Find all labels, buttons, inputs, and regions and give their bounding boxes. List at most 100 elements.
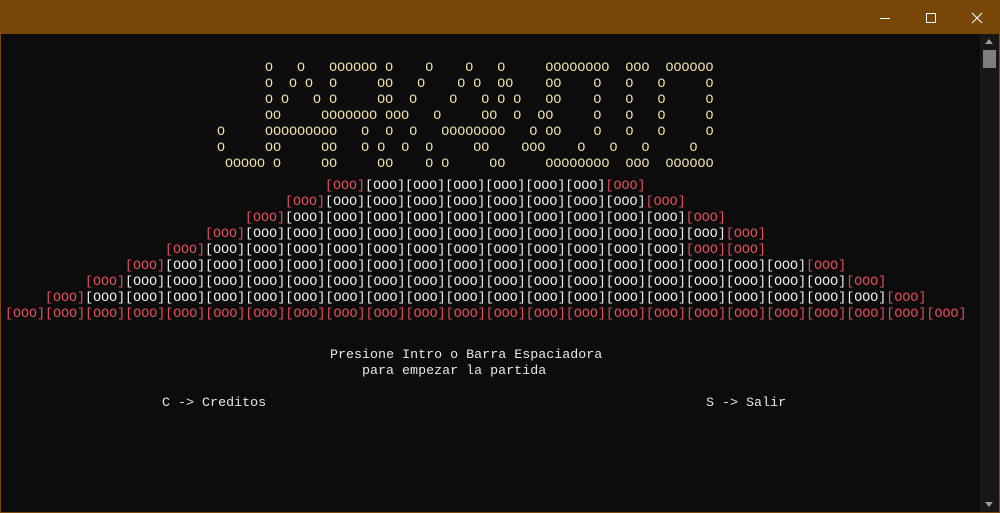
brick: [OOO] <box>445 178 486 193</box>
edge-brick: [OOO] <box>686 306 727 321</box>
edge-brick: [OOO] <box>846 274 887 289</box>
brick: [OOO] <box>245 258 286 273</box>
brick: [OOO] <box>405 290 446 305</box>
brick: [OOO] <box>525 210 566 225</box>
edge-brick: [OOO] <box>806 258 847 273</box>
brick: [OOO] <box>85 290 126 305</box>
logo-line: O O O O OO O O O O O OO O O O O <box>265 92 714 107</box>
start-prompt-line2: para empezar la partida <box>362 363 547 378</box>
brick: [OOO] <box>285 258 326 273</box>
pyramid-row: [OOO][OOO][OOO][OOO][OOO][OOO][OOO][OOO]… <box>285 194 686 210</box>
brick: [OOO] <box>165 258 206 273</box>
pyramid-row: [OOO][OOO][OOO][OOO][OOO][OOO][OOO][OOO] <box>325 178 646 194</box>
brick: [OOO] <box>766 290 807 305</box>
brick: [OOO] <box>726 290 767 305</box>
logo-line: O OO OO O O O O OO OOO O O O O <box>217 140 698 155</box>
edge-brick: [OOO] <box>5 306 46 321</box>
edge-brick: [OOO] <box>926 306 967 321</box>
brick: [OOO] <box>766 258 807 273</box>
brick: [OOO] <box>485 194 526 209</box>
edge-brick: [OOO] <box>725 242 766 257</box>
brick: [OOO] <box>485 210 526 225</box>
brick: [OOO] <box>525 242 566 257</box>
brick: [OOO] <box>685 226 726 241</box>
brick: [OOO] <box>445 226 486 241</box>
edge-brick: [OOO] <box>85 274 126 289</box>
edge-brick: [OOO] <box>846 306 887 321</box>
brick: [OOO] <box>445 194 486 209</box>
maximize-button[interactable] <box>908 1 954 34</box>
brick: [OOO] <box>365 258 406 273</box>
brick: [OOO] <box>565 290 606 305</box>
brick: [OOO] <box>205 258 246 273</box>
brick: [OOO] <box>605 210 646 225</box>
brick: [OOO] <box>525 194 566 209</box>
brick: [OOO] <box>565 178 606 193</box>
brick: [OOO] <box>726 274 767 289</box>
edge-brick: [OOO] <box>766 306 807 321</box>
maximize-icon <box>926 12 936 23</box>
brick: [OOO] <box>685 258 726 273</box>
pyramid-row: [OOO][OOO][OOO][OOO][OOO][OOO][OOO][OOO]… <box>85 274 886 290</box>
minimize-button[interactable] <box>862 1 908 34</box>
brick: [OOO] <box>445 274 486 289</box>
scroll-down-icon[interactable] <box>985 502 993 507</box>
brick: [OOO] <box>165 290 206 305</box>
brick: [OOO] <box>485 258 526 273</box>
vertical-scrollbar[interactable] <box>980 34 999 512</box>
brick: [OOO] <box>645 242 686 257</box>
brick: [OOO] <box>846 290 887 305</box>
edge-brick: [OOO] <box>565 306 606 321</box>
brick: [OOO] <box>245 290 286 305</box>
console-output: O O OOOOOO O O O O OOOOOOOO OOO OOOOOO O … <box>1 34 980 512</box>
brick: [OOO] <box>605 290 646 305</box>
brick: [OOO] <box>605 226 646 241</box>
brick: [OOO] <box>725 258 766 273</box>
brick: [OOO] <box>365 226 406 241</box>
edge-brick: [OOO] <box>285 194 326 209</box>
brick: [OOO] <box>205 242 246 257</box>
credits-option[interactable]: C -> Creditos <box>162 395 266 411</box>
brick: [OOO] <box>125 274 166 289</box>
edge-brick: [OOO] <box>165 306 206 321</box>
brick: [OOO] <box>405 226 446 241</box>
brick: [OOO] <box>565 226 606 241</box>
logo-line: OO OOOOOOO OOO O OO O OO O O O O <box>265 108 714 123</box>
edge-brick: [OOO] <box>325 178 366 193</box>
brick: [OOO] <box>405 258 446 273</box>
scroll-thumb[interactable] <box>983 50 996 68</box>
brick: [OOO] <box>285 290 326 305</box>
edge-brick: [OOO] <box>685 210 726 225</box>
edge-brick: [OOO] <box>725 226 766 241</box>
close-icon <box>971 12 983 23</box>
edge-brick: [OOO] <box>886 306 927 321</box>
close-button[interactable] <box>954 1 1000 34</box>
brick: [OOO] <box>405 242 446 257</box>
edge-brick: [OOO] <box>245 210 286 225</box>
edge-brick: [OOO] <box>285 306 326 321</box>
pyramid-row: [OOO][OOO][OOO][OOO][OOO][OOO][OOO][OOO]… <box>45 290 926 306</box>
logo-line: OOOOO O OO OO O O OO OOOOOOOO OOO OOOOOO <box>225 156 714 171</box>
brick: [OOO] <box>806 274 847 289</box>
brick: [OOO] <box>365 242 406 257</box>
brick: [OOO] <box>325 258 366 273</box>
brick: [OOO] <box>285 274 326 289</box>
edge-brick: [OOO] <box>525 306 566 321</box>
brick: [OOO] <box>205 290 246 305</box>
brick: [OOO] <box>405 178 446 193</box>
brick: [OOO] <box>645 210 686 225</box>
exit-option[interactable]: S -> Salir <box>706 395 786 411</box>
brick: [OOO] <box>645 226 686 241</box>
brick: [OOO] <box>605 242 646 257</box>
brick: [OOO] <box>525 178 566 193</box>
brick: [OOO] <box>365 178 406 193</box>
brick: [OOO] <box>285 242 326 257</box>
brick: [OOO] <box>245 226 286 241</box>
brick: [OOO] <box>285 226 326 241</box>
scroll-up-icon[interactable] <box>985 39 993 44</box>
brick: [OOO] <box>485 290 526 305</box>
title-bar[interactable] <box>1 1 999 34</box>
brick: [OOO] <box>525 274 566 289</box>
brick: [OOO] <box>125 290 166 305</box>
pyramid-row: [OOO][OOO][OOO][OOO][OOO][OOO][OOO][OOO]… <box>125 258 846 274</box>
